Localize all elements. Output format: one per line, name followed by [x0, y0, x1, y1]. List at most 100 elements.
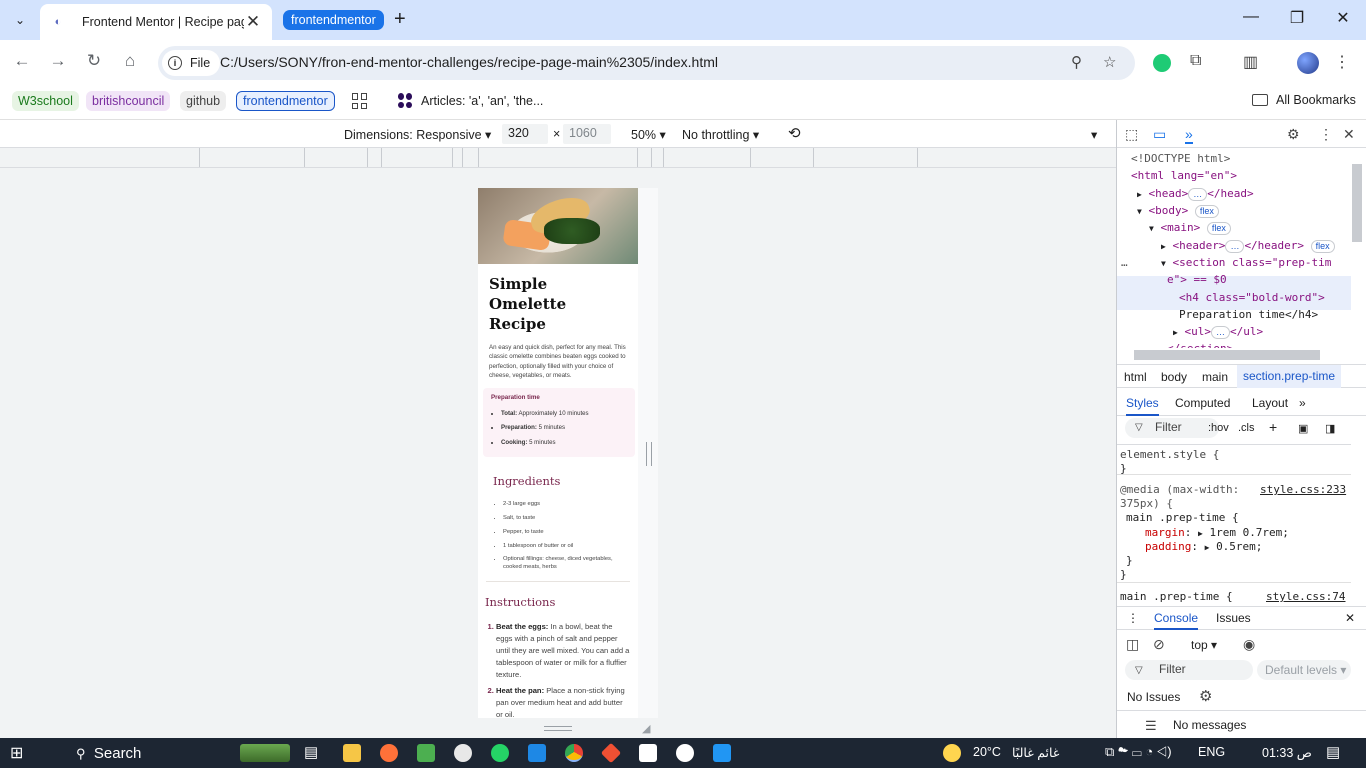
- git-icon[interactable]: [600, 742, 622, 764]
- forward-icon[interactable]: →: [46, 51, 70, 71]
- log-levels-select[interactable]: Default levels ▾: [1257, 660, 1351, 680]
- sidebar-toggle-icon[interactable]: ◨: [1325, 422, 1335, 435]
- bookmark-articles[interactable]: Articles: 'a', 'an', 'the...: [398, 93, 543, 108]
- taskbar-search[interactable]: ⚲ Search: [76, 745, 141, 762]
- more-tabs-icon[interactable]: »: [1299, 396, 1306, 410]
- settings-gear-icon[interactable]: ⚙: [1287, 126, 1300, 143]
- tray-icons[interactable]: ⧉ ☁ ▭ ◔ ◁): [1105, 744, 1172, 760]
- more-panels-icon[interactable]: »: [1185, 126, 1193, 144]
- restore-icon[interactable]: ❐: [1285, 8, 1309, 28]
- weather-text[interactable]: غائم غالبًا: [1012, 745, 1059, 760]
- chrome-icon[interactable]: [565, 744, 583, 762]
- bookmark-github[interactable]: github: [180, 91, 227, 111]
- tab-layout[interactable]: Layout: [1252, 396, 1288, 410]
- dimensions-select[interactable]: Dimensions: Responsive ▾: [344, 127, 491, 142]
- resize-handle-bottom[interactable]: [544, 726, 572, 731]
- console-filter-input[interactable]: Filter: [1125, 660, 1253, 680]
- crumb-html[interactable]: html: [1124, 370, 1147, 384]
- zoom-select[interactable]: 50% ▾: [631, 127, 666, 142]
- elements-horizontal-scrollbar[interactable]: [1134, 350, 1320, 360]
- section-node[interactable]: ▼ <section class="prep-tim: [1161, 254, 1331, 273]
- tab-recipe-page[interactable]: ◐ Frontend Mentor | Recipe page ✕: [40, 4, 272, 40]
- add-rule-icon[interactable]: +: [1269, 419, 1277, 435]
- style-source-link-2[interactable]: style.css:74: [1266, 590, 1345, 604]
- cls-toggle[interactable]: .cls: [1238, 422, 1255, 434]
- tab-search-chevron-icon[interactable]: ⌄: [8, 8, 32, 32]
- css-selector-2[interactable]: main .prep-time {: [1120, 590, 1233, 604]
- h4-text-node[interactable]: Preparation time</h4>: [1179, 306, 1318, 324]
- url-text[interactable]: C:/Users/SONY/fron-end-mentor-challenges…: [220, 54, 718, 70]
- reload-icon[interactable]: ↻: [82, 51, 106, 71]
- whatsapp-icon[interactable]: [491, 744, 509, 762]
- flex-badge[interactable]: flex: [1206, 222, 1231, 235]
- inspect-element-icon[interactable]: ⬚: [1125, 126, 1138, 143]
- no-issues-label[interactable]: No Issues: [1127, 690, 1180, 704]
- height-input[interactable]: 1060: [563, 124, 611, 144]
- padding-declaration[interactable]: padding: ▶ 0.5rem;: [1145, 540, 1262, 556]
- crumb-body[interactable]: body: [1161, 370, 1187, 384]
- tab-styles[interactable]: Styles: [1126, 396, 1159, 416]
- bookmark-star-icon[interactable]: ☆: [1103, 53, 1116, 71]
- drawer-menu-icon[interactable]: ⋮: [1127, 611, 1139, 625]
- zoom-icon[interactable]: ⚲: [1071, 53, 1082, 71]
- home-icon[interactable]: ⌂: [118, 51, 142, 71]
- extension-green-icon[interactable]: [1153, 54, 1171, 72]
- media-query-bar[interactable]: [0, 148, 1116, 168]
- menu-kebab-icon[interactable]: ⋮: [1334, 52, 1350, 72]
- collapsed-ellipsis[interactable]: …: [1210, 326, 1230, 339]
- devtools-menu-icon[interactable]: ⋮: [1319, 126, 1333, 143]
- hov-toggle[interactable]: :hov: [1208, 422, 1229, 434]
- back-icon[interactable]: ←: [10, 51, 34, 71]
- site-info-chip[interactable]: i File: [162, 50, 221, 76]
- clear-console-icon[interactable]: ⊘: [1153, 636, 1165, 653]
- tab-console[interactable]: Console: [1154, 611, 1199, 630]
- css-selector[interactable]: main .prep-time {: [1126, 511, 1239, 526]
- ul-node[interactable]: ▶ <ul>… </ul>: [1173, 323, 1263, 342]
- section-node-cont[interactable]: e"> == $0: [1167, 271, 1227, 289]
- devtools-close-icon[interactable]: ✕: [1343, 126, 1355, 143]
- html-node[interactable]: <html lang="en">: [1131, 167, 1237, 185]
- flex-badge[interactable]: flex: [1194, 205, 1219, 218]
- apps-grid-icon[interactable]: [352, 93, 368, 109]
- drawer-close-icon[interactable]: ✕: [1345, 611, 1355, 625]
- weather-temp[interactable]: 20°C: [973, 745, 1001, 759]
- photos-icon[interactable]: [713, 744, 731, 762]
- clock[interactable]: 01:33 ص: [1262, 745, 1312, 760]
- crumb-main[interactable]: main: [1202, 370, 1228, 384]
- search-highlight-image[interactable]: [240, 744, 290, 762]
- elements-scrollbar[interactable]: [1352, 164, 1362, 242]
- bookmark-britishcouncil[interactable]: britishcouncil: [86, 91, 171, 111]
- body-node[interactable]: ▼ <body> flex: [1137, 202, 1219, 221]
- flex-badge[interactable]: flex: [1310, 240, 1335, 253]
- notion-icon[interactable]: [639, 744, 657, 762]
- tab-issues[interactable]: Issues: [1216, 611, 1251, 625]
- chatgpt-icon[interactable]: [676, 744, 694, 762]
- rotate-icon[interactable]: ⟲: [788, 124, 801, 142]
- node-actions-ellipsis[interactable]: …: [1121, 254, 1128, 272]
- crumb-section[interactable]: section.prep-time: [1237, 365, 1342, 388]
- device-options-icon[interactable]: ▾: [1091, 127, 1097, 142]
- address-bar[interactable]: i File C:/Users/SONY/fron-end-mentor-cha…: [158, 46, 1135, 80]
- extensions-puzzle-icon[interactable]: ⧉: [1190, 52, 1201, 70]
- resize-handle-corner-icon[interactable]: ◢: [642, 722, 650, 735]
- collapsed-ellipsis[interactable]: …: [1188, 188, 1208, 201]
- bookmark-frontendmentor[interactable]: frontendmentor: [236, 91, 335, 111]
- doctype-node[interactable]: <!DOCTYPE html>: [1131, 150, 1230, 168]
- store-icon[interactable]: [417, 744, 435, 762]
- tab-close-icon[interactable]: ✕: [244, 12, 262, 32]
- resize-handle-right[interactable]: [646, 442, 652, 466]
- tab-group-frontendmentor[interactable]: frontendmentor: [283, 10, 384, 30]
- windows-start-icon[interactable]: ⊞: [10, 743, 23, 763]
- tab-computed[interactable]: Computed: [1175, 396, 1230, 410]
- throttling-select[interactable]: No throttling ▾: [682, 127, 759, 142]
- all-bookmarks[interactable]: All Bookmarks: [1252, 93, 1356, 107]
- header-node[interactable]: ▶ <header>… </header> flex: [1161, 237, 1335, 256]
- bookmark-w3school[interactable]: W3school: [12, 91, 79, 111]
- style-source-link[interactable]: style.css:233: [1260, 483, 1346, 498]
- vscode-icon[interactable]: [528, 744, 546, 762]
- device-toggle-icon[interactable]: ▭: [1153, 126, 1166, 143]
- section-close-node[interactable]: </section>: [1167, 340, 1233, 348]
- paint-icon[interactable]: ▣: [1298, 422, 1308, 435]
- profile-avatar[interactable]: [1297, 52, 1319, 74]
- new-tab-button[interactable]: +: [394, 8, 406, 31]
